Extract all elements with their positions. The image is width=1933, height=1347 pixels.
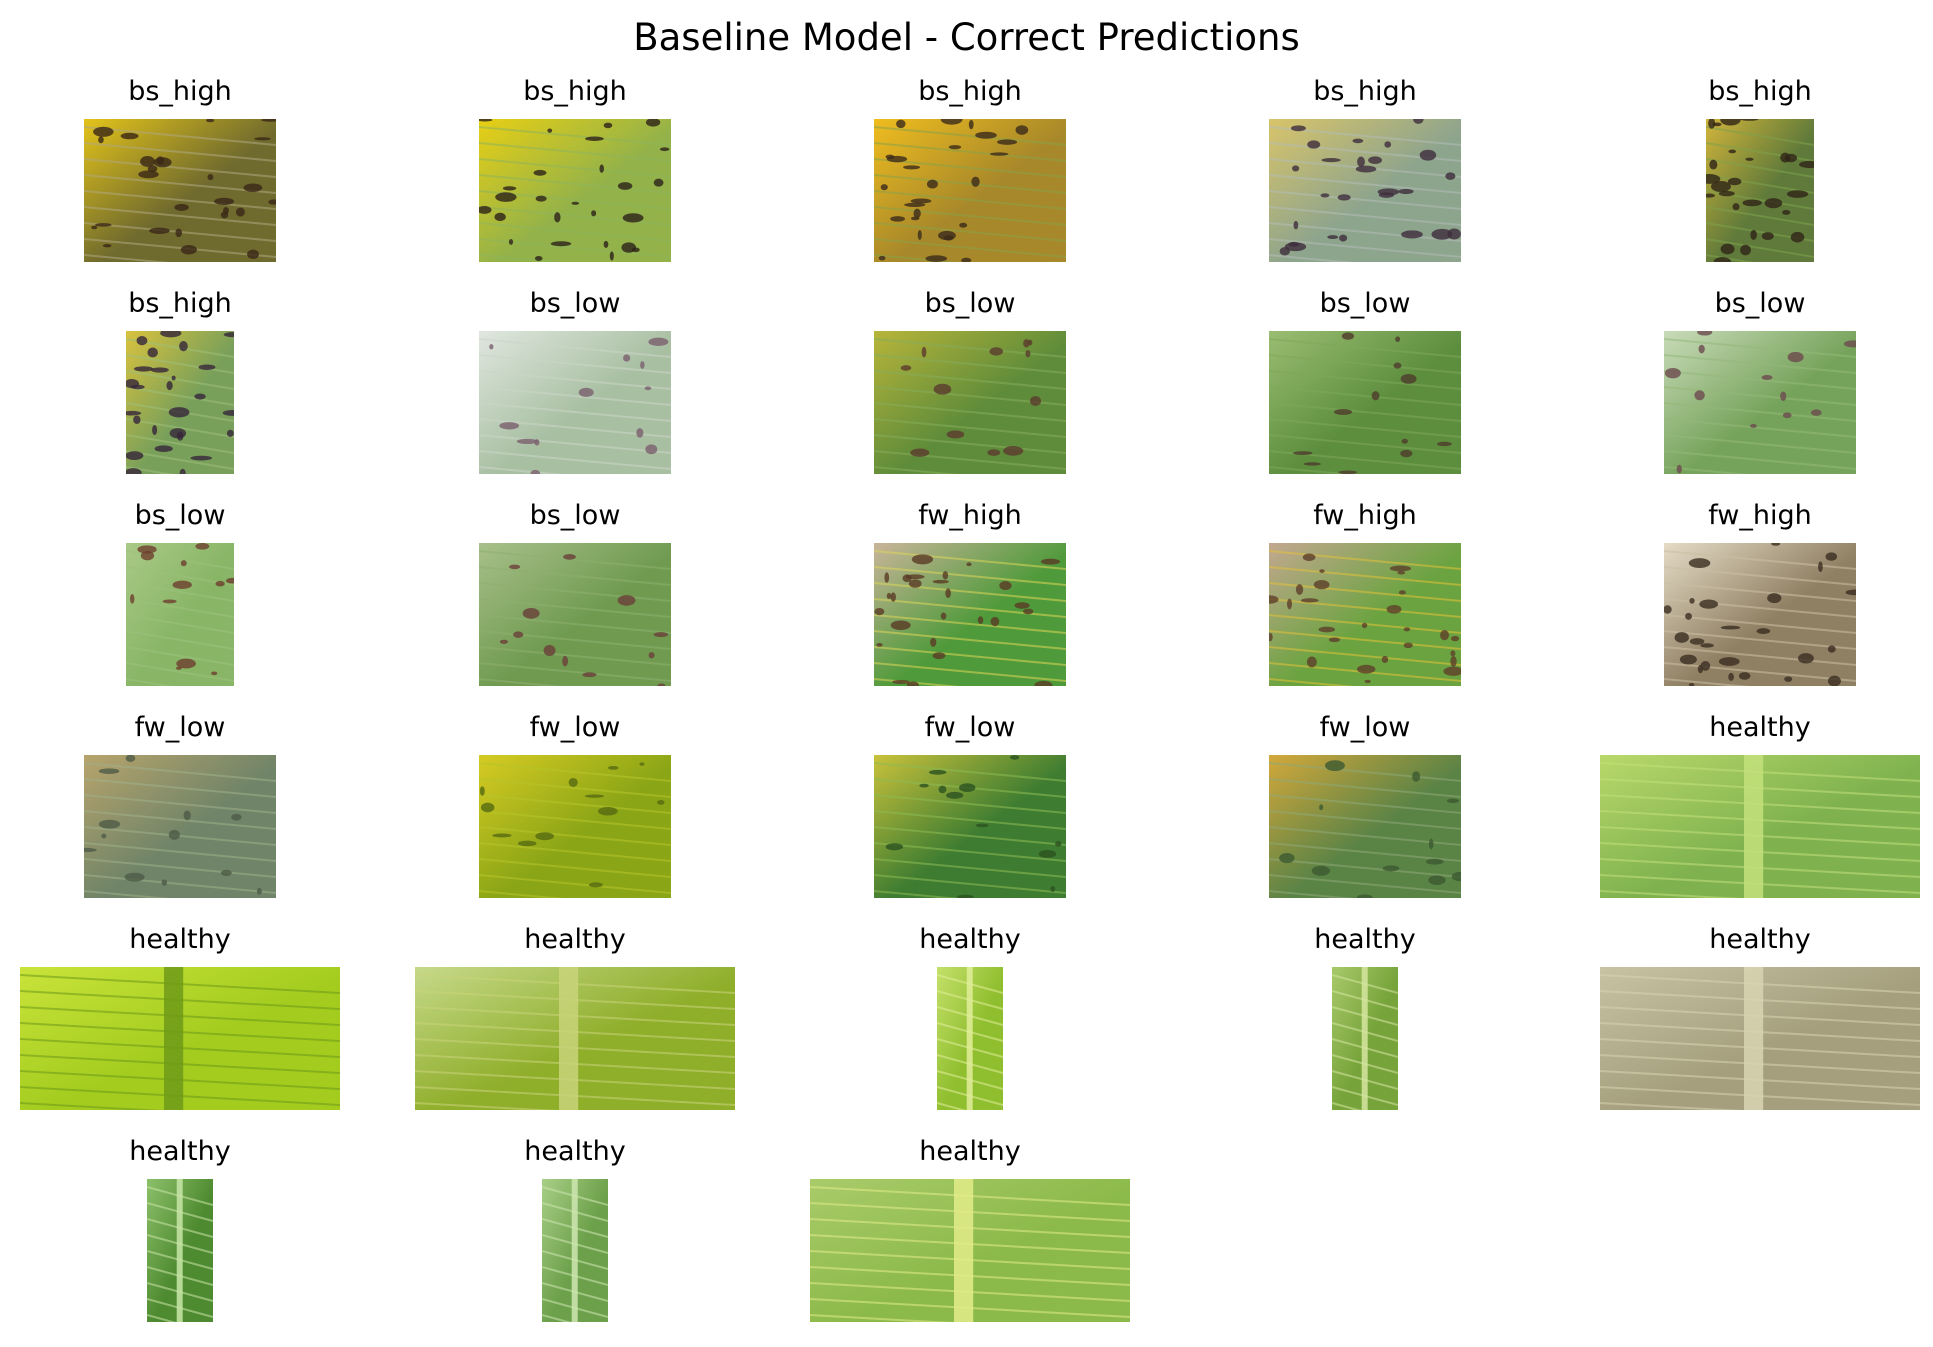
cell-label: healthy [524, 1136, 626, 1167]
leaf-image [479, 119, 671, 262]
leaf-image [874, 543, 1066, 686]
grid-cell: healthy [382, 923, 768, 1135]
cell-label: fw_high [918, 500, 1022, 531]
leaf-image [810, 1179, 1130, 1322]
leaf-image [1600, 755, 1920, 898]
leaf-image [1269, 119, 1461, 262]
grid-cell: healthy [0, 923, 373, 1135]
leaf-image [1706, 119, 1814, 262]
cell-label: healthy [129, 1136, 231, 1167]
cell-label: bs_low [134, 500, 226, 531]
leaf-image [126, 331, 234, 474]
grid-cell: healthy [777, 1135, 1163, 1347]
cell-label: bs_low [529, 500, 621, 531]
leaf-image [1664, 543, 1856, 686]
leaf-image [479, 331, 671, 474]
cell-label: bs_high [128, 288, 232, 319]
leaf-image [874, 119, 1066, 262]
cell-label: healthy [524, 924, 626, 955]
grid-cell: bs_low [777, 287, 1163, 499]
cell-label: healthy [129, 924, 231, 955]
leaf-image [1269, 331, 1461, 474]
leaf-image [84, 119, 276, 262]
cell-label: fw_low [924, 712, 1016, 743]
cell-label: bs_low [529, 288, 621, 319]
leaf-image [415, 967, 735, 1110]
cell-label: bs_low [1319, 288, 1411, 319]
cell-label: healthy [1709, 712, 1811, 743]
grid-cell: bs_low [0, 499, 373, 711]
leaf-image [147, 1179, 213, 1322]
cell-label: fw_high [1313, 500, 1417, 531]
grid-cell: fw_high [1172, 499, 1558, 711]
leaf-image [874, 331, 1066, 474]
cell-label: bs_high [523, 76, 627, 107]
grid-cell: healthy [1567, 923, 1933, 1135]
grid-cell: bs_high [0, 287, 373, 499]
leaf-image [479, 755, 671, 898]
grid-cell: bs_high [1567, 75, 1933, 287]
grid-cell: healthy [382, 1135, 768, 1347]
leaf-image [1332, 967, 1398, 1110]
cell-label: fw_high [1708, 500, 1812, 531]
grid-cell: bs_high [777, 75, 1163, 287]
cell-label: bs_high [128, 76, 232, 107]
grid-cell: fw_low [0, 711, 373, 923]
grid-cell: bs_high [1172, 75, 1558, 287]
cell-label: bs_low [1714, 288, 1806, 319]
leaf-image [84, 755, 276, 898]
grid-cell: fw_low [777, 711, 1163, 923]
grid-cell: bs_low [382, 499, 768, 711]
cell-label: bs_high [918, 76, 1022, 107]
leaf-image [479, 543, 671, 686]
cell-label: bs_low [924, 288, 1016, 319]
cell-label: fw_low [529, 712, 621, 743]
leaf-image [20, 967, 340, 1110]
cell-label: bs_high [1313, 76, 1417, 107]
grid-cell: fw_high [777, 499, 1163, 711]
grid-cell: fw_high [1567, 499, 1933, 711]
cell-label: healthy [1709, 924, 1811, 955]
grid-cell: bs_high [0, 75, 373, 287]
cell-label: healthy [1314, 924, 1416, 955]
grid-cell: healthy [1172, 923, 1558, 1135]
grid-cell: bs_low [1172, 287, 1558, 499]
cell-label: healthy [919, 1136, 1021, 1167]
grid-cell: bs_high [382, 75, 768, 287]
cell-label: fw_low [134, 712, 226, 743]
grid-cell: fw_low [382, 711, 768, 923]
grid-cell: healthy [0, 1135, 373, 1347]
leaf-image [1269, 543, 1461, 686]
figure-title: Baseline Model - Correct Predictions [633, 16, 1300, 59]
leaf-image [937, 967, 1003, 1110]
leaf-image [542, 1179, 608, 1322]
cell-label: bs_high [1708, 76, 1812, 107]
grid-cell: healthy [1567, 711, 1933, 923]
leaf-image [874, 755, 1066, 898]
grid-cell: fw_low [1172, 711, 1558, 923]
cell-label: healthy [919, 924, 1021, 955]
leaf-image [1269, 755, 1461, 898]
grid-cell: bs_low [382, 287, 768, 499]
leaf-image [126, 543, 234, 686]
grid-cell: healthy [777, 923, 1163, 1135]
leaf-image [1664, 331, 1856, 474]
grid-cell: bs_low [1567, 287, 1933, 499]
leaf-image [1600, 967, 1920, 1110]
cell-label: fw_low [1319, 712, 1411, 743]
